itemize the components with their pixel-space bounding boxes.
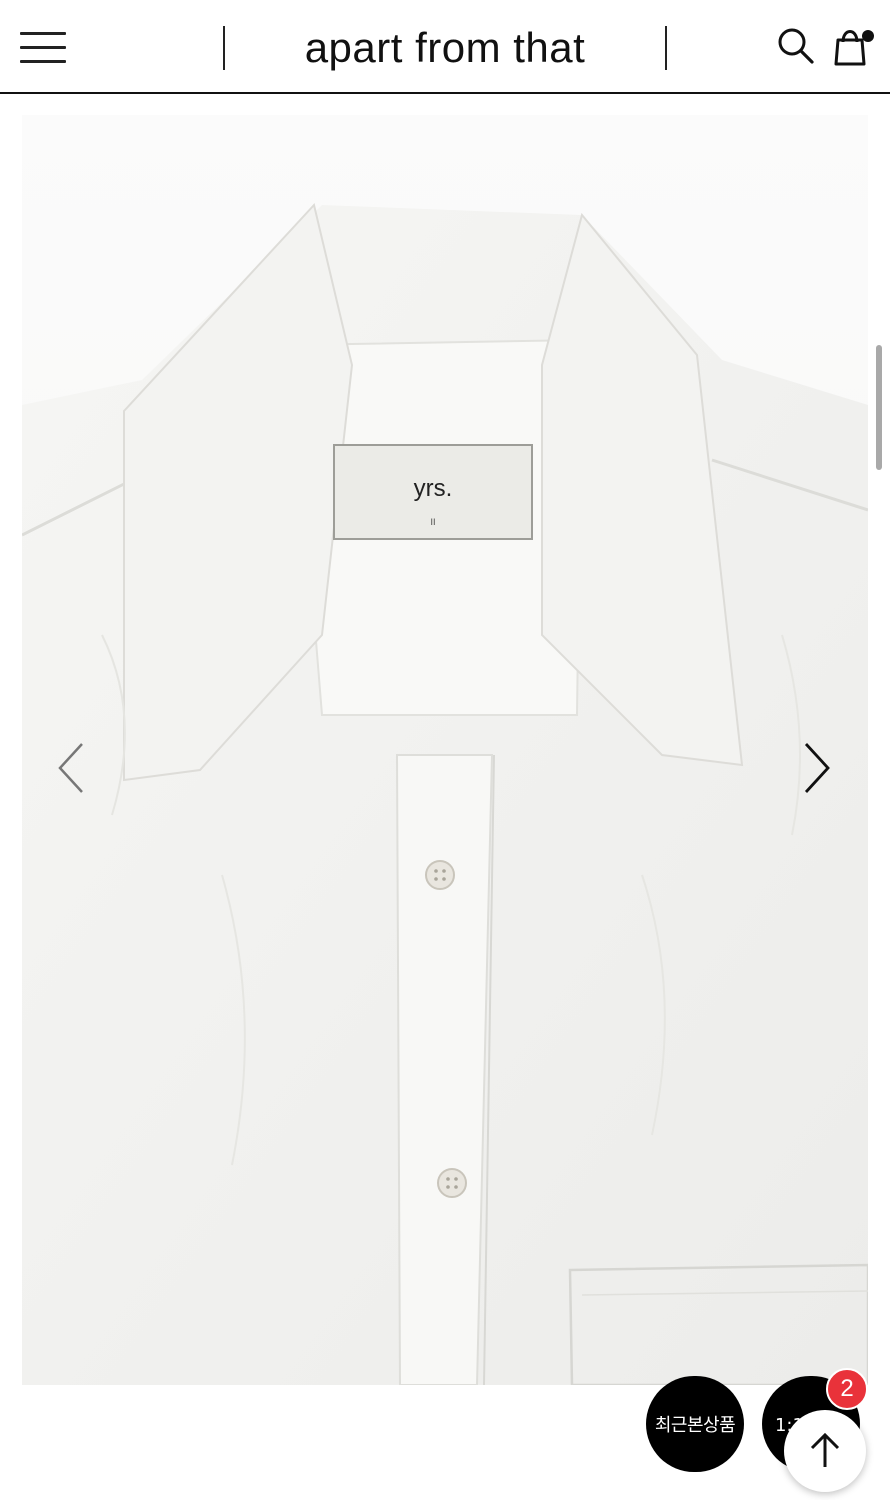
scroll-to-top-button[interactable] <box>784 1410 866 1492</box>
product-photo-shirt <box>22 202 868 1385</box>
search-icon[interactable] <box>776 26 816 66</box>
shopping-bag-icon[interactable] <box>832 24 878 70</box>
cart-indicator-dot <box>862 30 874 42</box>
site-header: apart from that <box>0 0 890 94</box>
chevron-left-icon[interactable] <box>52 738 92 798</box>
recently-viewed-button[interactable]: 최근본상품 <box>646 1376 744 1472</box>
menu-line <box>20 46 66 49</box>
chevron-right-icon[interactable] <box>796 738 836 798</box>
brand-logo[interactable]: apart from that <box>240 22 650 74</box>
notification-badge: 2 <box>826 1368 868 1410</box>
header-divider-right <box>665 26 667 70</box>
hamburger-menu-icon[interactable] <box>20 30 68 64</box>
arrow-up-icon <box>810 1432 840 1467</box>
product-label-text: yrs. <box>413 475 453 502</box>
page-scrollbar[interactable] <box>876 345 882 470</box>
product-image-gallery[interactable]: yrs. II <box>22 115 868 1385</box>
menu-line <box>20 60 66 63</box>
header-divider-left <box>223 26 225 70</box>
product-label-size: II <box>430 517 436 527</box>
menu-line <box>20 32 66 35</box>
